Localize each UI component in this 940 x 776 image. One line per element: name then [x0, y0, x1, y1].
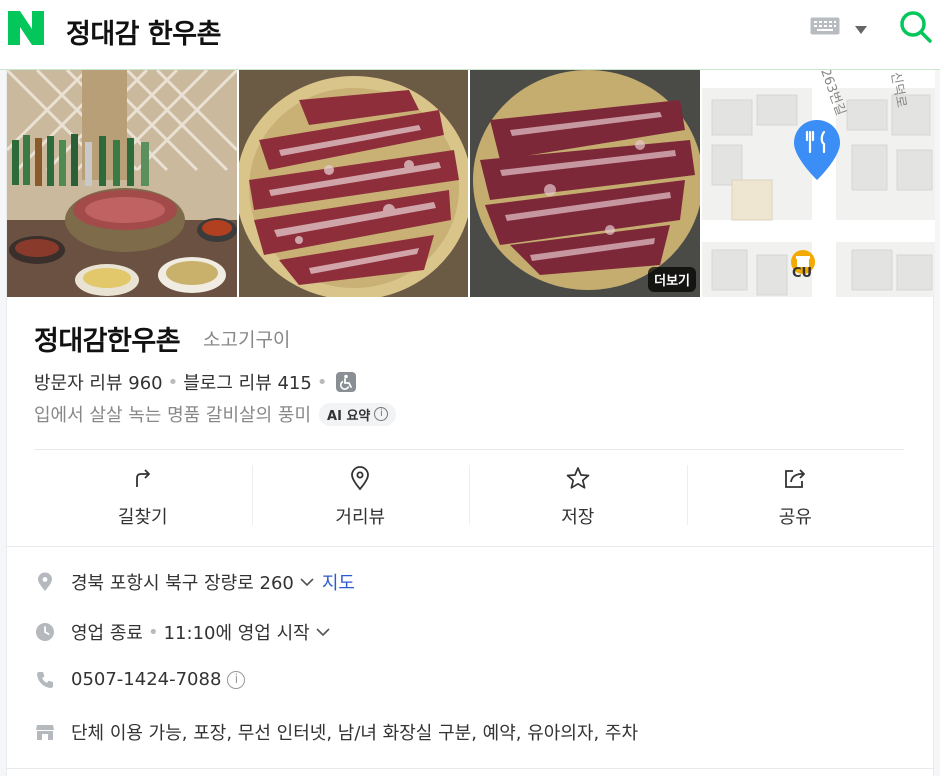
search-query[interactable]: 정대감 한우촌	[66, 12, 221, 51]
separator-dot: •	[316, 371, 328, 393]
restaurant-pin-icon[interactable]	[792, 118, 842, 182]
save-button[interactable]: 저장	[469, 459, 687, 529]
blog-reviews-link[interactable]: 블로그 리뷰 415	[183, 369, 312, 395]
address-row[interactable]: 경북 포항시 북구 장량로 260 지도	[35, 569, 355, 595]
directions-icon	[135, 469, 150, 487]
ai-summary-label: AI 요약	[327, 408, 371, 424]
amenities-row: 단체 이용 가능, 포장, 무선 인터넷, 남/녀 화장실 구분, 예약, 유아…	[35, 719, 638, 745]
phone-icon	[37, 671, 53, 688]
separator-dot: •	[147, 621, 159, 643]
action-bar: 길찾기 거리뷰 저장 공유	[34, 459, 904, 529]
phone-row[interactable]: 0507-1424-7088 i	[35, 669, 246, 690]
section-divider	[7, 768, 935, 769]
street-view-label: 거리뷰	[335, 507, 386, 528]
amenities-text: 단체 이용 가능, 포장, 무선 인터넷, 남/녀 화장실 구분, 예약, 유아…	[71, 723, 639, 744]
clock-icon	[36, 623, 54, 641]
photo-beef-plate-2[interactable]: 더보기	[470, 70, 700, 297]
share-button[interactable]: 공유	[686, 459, 905, 529]
save-label: 저장	[561, 507, 595, 528]
share-icon	[785, 469, 806, 488]
hours-status: 영업 종료	[71, 623, 143, 644]
place-panel: 더보기 263번길 신덕로 CU 정대감한우촌 소고기구이 방문자 리뷰 960…	[6, 70, 935, 776]
place-tagline: 입에서 살살 녹는 명품 갈비살의 풍미 AI 요약 i	[34, 401, 397, 427]
place-name: 정대감한우촌	[34, 326, 181, 357]
directions-button[interactable]: 길찾기	[34, 459, 252, 529]
keyboard-icon[interactable]	[810, 17, 840, 35]
directions-label: 길찾기	[117, 507, 168, 528]
star-icon	[566, 467, 590, 489]
ai-summary-chip[interactable]: AI 요약 i	[319, 402, 397, 426]
place-category: 소고기구이	[203, 329, 291, 351]
visitor-reviews-link[interactable]: 방문자 리뷰 960	[34, 369, 163, 395]
phone-number[interactable]: 0507-1424-7088	[71, 669, 221, 690]
info-icon[interactable]: i	[374, 407, 389, 421]
location-pin-icon	[38, 572, 52, 591]
chevron-down-icon[interactable]	[316, 627, 330, 637]
map-poi-label: CU	[792, 266, 813, 281]
search-icon[interactable]	[898, 9, 934, 45]
tagline-text: 입에서 살살 녹는 명품 갈비살의 풍미	[34, 405, 312, 426]
separator-dot: •	[167, 371, 179, 393]
info-icon[interactable]: i	[227, 670, 246, 689]
share-label: 공유	[778, 507, 812, 528]
map-link[interactable]: 지도	[322, 569, 355, 595]
section-divider	[7, 546, 935, 547]
store-icon	[36, 725, 54, 740]
divider	[34, 449, 904, 450]
chevron-down-icon[interactable]	[300, 577, 314, 587]
chevron-down-icon[interactable]	[853, 21, 869, 34]
address-text[interactable]: 경북 포항시 북구 장량로 260	[71, 569, 294, 595]
location-map[interactable]: 263번길 신덕로 CU	[702, 70, 935, 297]
photo-restaurant-table[interactable]	[7, 70, 237, 297]
hours-next: 11:10에 영업 시작	[163, 623, 310, 644]
photo-beef-platter[interactable]	[239, 70, 468, 297]
top-bar: 정대감 한우촌	[0, 0, 940, 70]
wheelchair-icon	[336, 372, 357, 392]
street-view-icon	[351, 466, 370, 491]
hours-row[interactable]: 영업 종료 • 11:10에 영업 시작	[35, 619, 330, 645]
street-view-button[interactable]: 거리뷰	[251, 459, 470, 529]
naver-logo-icon[interactable]	[8, 11, 44, 45]
more-photos-button[interactable]: 더보기	[648, 267, 696, 292]
photo-strip: 더보기 263번길 신덕로 CU	[7, 70, 935, 297]
review-summary: 방문자 리뷰 960 • 블로그 리뷰 415 •	[34, 369, 357, 395]
